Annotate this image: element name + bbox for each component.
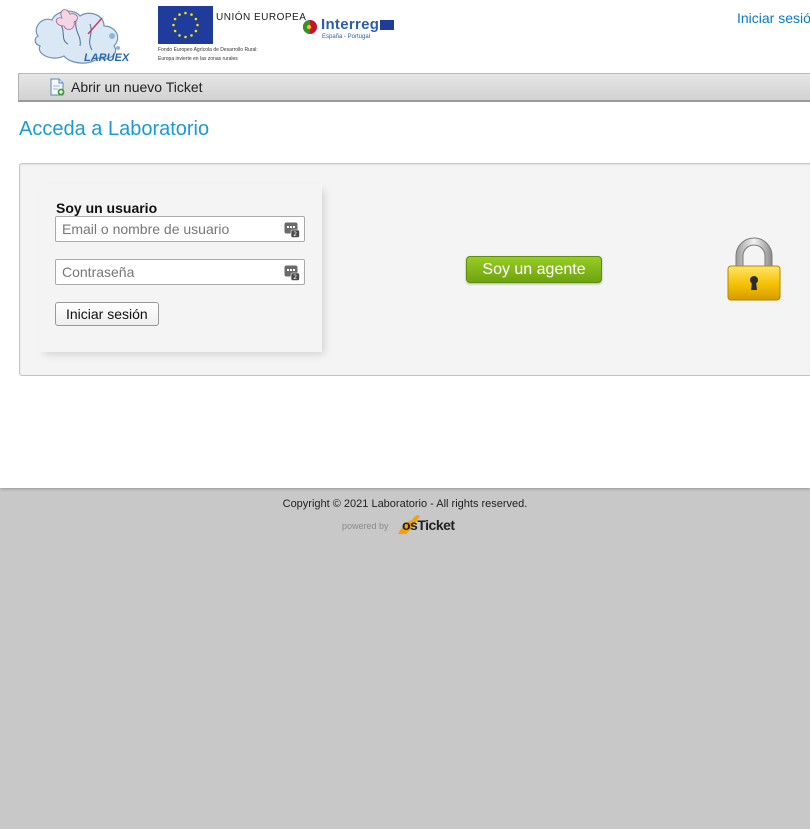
portugal-flag-icon <box>303 20 317 34</box>
powered-by-osticket[interactable]: powered by osTicket <box>342 512 462 536</box>
nav-new-ticket-label: Abrir un nuevo Ticket <box>71 79 203 95</box>
page-title: Acceda a Laboratorio <box>19 118 210 140</box>
header: LARUEX UNIÓN EUROPEA Fondo Europeo Agríc… <box>0 0 810 73</box>
page-container: LARUEX UNIÓN EUROPEA Fondo Europeo Agríc… <box>0 0 810 488</box>
user-login-panel: Soy un usuario 2 2 Iniciar sesión <box>38 184 322 352</box>
eu-title: UNIÓN EUROPEA <box>216 12 307 23</box>
signin-button[interactable]: Iniciar sesión <box>55 302 159 326</box>
footer-copyright: Copyright © 2021 Laboratorio - All right… <box>282 498 528 510</box>
interreg-subtitle: España - Portugal <box>322 34 371 40</box>
agent-login-button[interactable]: Soy un agente <box>466 256 602 283</box>
password-field[interactable] <box>55 259 305 285</box>
header-signin-link[interactable]: Iniciar sesión <box>737 10 810 26</box>
user-login-heading: Soy un usuario <box>56 200 158 216</box>
eu-funding-logo: UNIÓN EUROPEA Fondo Europeo Agrícola de … <box>158 6 306 68</box>
laruex-logo-text: LARUEX <box>84 52 130 64</box>
svg-text:2: 2 <box>293 274 297 281</box>
email-field[interactable] <box>55 216 305 242</box>
interreg-logo: Interreg España - Portugal <box>302 16 397 50</box>
eu-subtitle-1: Fondo Europeo Agrícola de Desarrollo Rur… <box>158 47 258 53</box>
powered-by-label: powered by <box>342 521 389 531</box>
lock-icon <box>727 237 781 301</box>
interreg-name: Interreg <box>321 16 380 33</box>
nav-bar: Abrir un nuevo Ticket <box>18 73 810 102</box>
eu-flag-icon <box>158 6 213 44</box>
keyboard-key-icon: 2 <box>284 265 300 281</box>
svg-text:2: 2 <box>293 231 297 238</box>
keyboard-key-icon: 2 <box>284 222 300 238</box>
eu-stars-icon <box>172 11 199 39</box>
interreg-eu-flag-icon <box>380 20 394 30</box>
nav-new-ticket[interactable]: Abrir un nuevo Ticket <box>49 77 203 97</box>
login-box: Soy un usuario 2 2 Iniciar sesión Soy un… <box>19 163 810 376</box>
laruex-logo[interactable]: LARUEX <box>30 6 132 68</box>
osticket-logo-text: osTicket <box>402 517 455 533</box>
eu-subtitle-2: Europa invierte en las zonas rurales <box>158 56 238 62</box>
new-ticket-icon <box>50 78 65 96</box>
